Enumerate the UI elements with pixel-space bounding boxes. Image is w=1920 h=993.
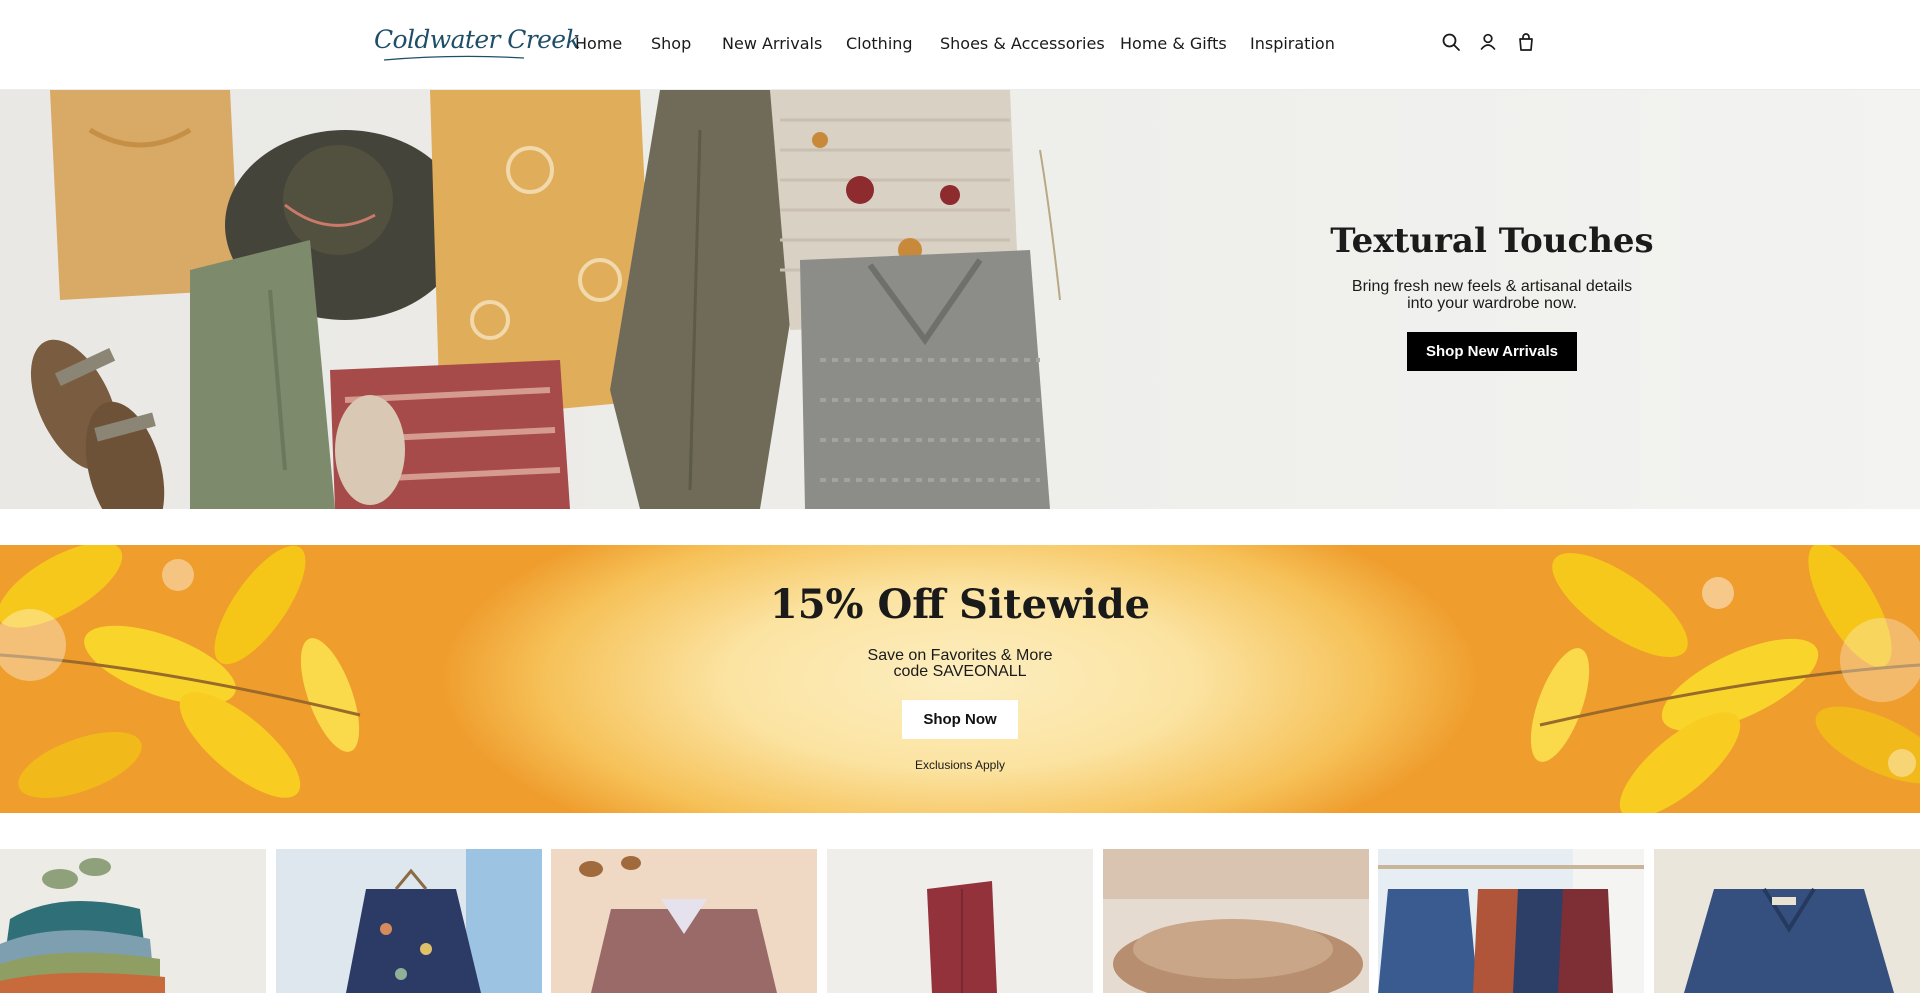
hero-subtitle: Bring fresh new feels & artisanal detail… <box>1292 278 1692 312</box>
category-tile-7[interactable] <box>1654 849 1920 993</box>
shop-new-arrivals-button[interactable]: Shop New Arrivals <box>1407 332 1577 371</box>
promo-code-line: code SAVEONALL <box>893 663 1027 680</box>
category-tile-2[interactable] <box>276 849 542 993</box>
shopping-bag-icon[interactable] <box>1515 31 1537 53</box>
hero-subtitle-line2: into your wardrobe now. <box>1407 295 1577 312</box>
hero-banner: Textural Touches Bring fresh new feels &… <box>0 90 1920 509</box>
tile-image-denim-rack <box>1378 849 1644 993</box>
category-tile-1[interactable] <box>0 849 266 993</box>
promo-title: 15% Off Sitewide <box>769 581 1151 628</box>
category-tile-3[interactable] <box>551 849 817 993</box>
promo-line1: Save on Favorites & More <box>867 647 1053 664</box>
nav-clothing[interactable]: Clothing <box>846 30 913 60</box>
category-tile-4[interactable] <box>827 849 1093 993</box>
account-icon[interactable] <box>1477 31 1499 53</box>
category-tile-6[interactable] <box>1378 849 1644 993</box>
category-tiles <box>0 849 1920 993</box>
nav-new-arrivals[interactable]: New Arrivals <box>722 30 822 60</box>
nav-inspiration[interactable]: Inspiration <box>1250 30 1335 60</box>
nav-home-gifts[interactable]: Home & Gifts <box>1120 30 1227 60</box>
exclusions-note: Exclusions Apply <box>914 758 1006 772</box>
search-icon[interactable] <box>1440 31 1462 53</box>
site-header: Coldwater Creek Home Shop New Arrivals C… <box>0 0 1920 90</box>
hero-title: Textural Touches <box>1330 221 1654 261</box>
tile-image-pants <box>827 849 1093 993</box>
main-nav: Home Shop New Arrivals Clothing Shoes & … <box>0 30 1920 60</box>
nav-shoes-accessories[interactable]: Shoes & Accessories <box>940 30 1105 60</box>
tile-image-home-basket <box>1103 849 1369 993</box>
shop-now-button[interactable]: Shop Now <box>902 700 1018 739</box>
category-tile-5[interactable] <box>1103 849 1369 993</box>
nav-shop[interactable]: Shop <box>651 30 691 60</box>
hero-clothing-image[interactable] <box>0 90 1100 509</box>
tile-image-denim-jacket <box>1654 849 1920 993</box>
promo-banner: 15% Off Sitewide Save on Favorites & Mor… <box>0 545 1920 813</box>
promo-subtitle: Save on Favorites & More code SAVEONALL <box>710 648 1210 680</box>
tile-image-tops-stack <box>0 849 266 993</box>
hero-subtitle-line1: Bring fresh new feels & artisanal detail… <box>1351 278 1633 295</box>
tile-image-floral-top <box>276 849 542 993</box>
nav-home[interactable]: Home <box>575 30 622 60</box>
tile-image-sweater <box>551 849 817 993</box>
